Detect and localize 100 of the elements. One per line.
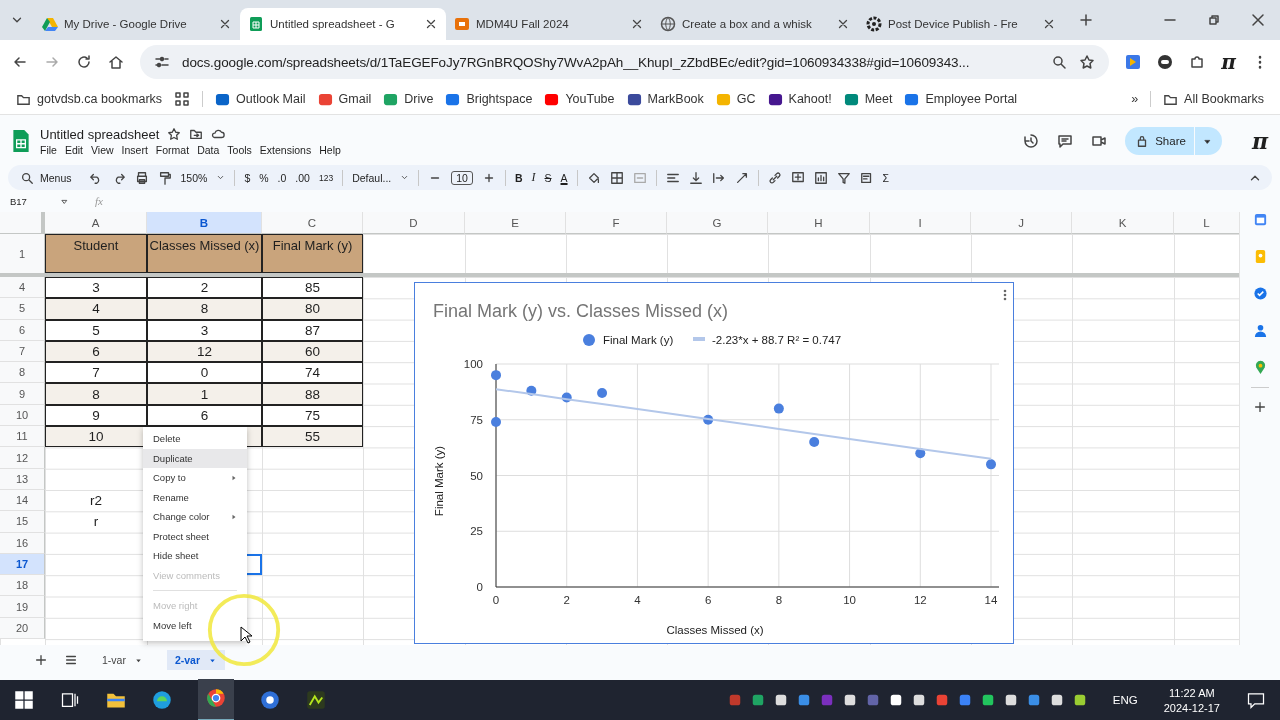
functions-button[interactable]: Σ [882, 171, 890, 184]
menu-item[interactable]: Extensions [259, 143, 312, 156]
browser-tab[interactable]: MDM4U Fall 2024 [446, 8, 652, 40]
strikethrough-button[interactable]: S [544, 171, 552, 184]
row-header[interactable]: 11 [0, 426, 45, 448]
column-header[interactable]: H [768, 212, 870, 234]
menu-item[interactable]: Duplicate [143, 448, 247, 468]
menu-item[interactable]: Change color [143, 507, 247, 527]
axis-tick-label: 10 [843, 594, 856, 606]
menu-item[interactable]: File [40, 143, 57, 156]
bookmark[interactable]: Employee Portal [904, 91, 1018, 107]
percent-button[interactable]: % [259, 171, 269, 184]
column-header[interactable]: K [1072, 212, 1174, 234]
column-header[interactable]: L [1174, 212, 1240, 234]
browser-tab[interactable]: Create a box and a whisk [652, 8, 858, 40]
row-header[interactable]: 20 [0, 617, 45, 640]
column-header[interactable]: G [667, 212, 768, 234]
menu-item[interactable]: Rename [143, 487, 247, 507]
browser-tab[interactable]: My Drive - Google Drive [34, 8, 240, 40]
more-bookmarks-button[interactable]: » [1131, 92, 1139, 106]
increase-decimals-button[interactable]: .00 [295, 171, 310, 184]
bold-button[interactable]: B [514, 171, 523, 184]
bookmark[interactable]: Meet [843, 91, 893, 107]
column-header[interactable]: B [147, 212, 262, 234]
bookmark[interactable]: Outlook Mail [215, 91, 306, 107]
row-header[interactable]: 8 [0, 362, 45, 384]
menu-item[interactable]: Edit [64, 143, 83, 156]
browser-tab[interactable]: Untitled spreadsheet - G [240, 8, 446, 40]
bookmark[interactable]: Gmail [317, 91, 372, 107]
formula-label: fx [95, 195, 103, 207]
table-cell: 1 [147, 383, 262, 405]
bookmark[interactable]: Kahoot! [767, 91, 832, 107]
address-field[interactable]: docs.google.com/spreadsheets/d/1TaEGEFoJy7RGnBRQOShy7WvA2pAh__KhupI_zZbdBEc/edit?gid=1060934338#gid=10609343... [140, 45, 1110, 79]
menu-item[interactable]: Hide sheet [143, 546, 247, 566]
column-header[interactable]: A [45, 212, 147, 234]
row-header[interactable]: 4 [0, 277, 45, 299]
row-header[interactable]: 17 [0, 553, 45, 576]
sheet-tab[interactable]: 2-var [166, 650, 226, 670]
text-color-button[interactable]: A [560, 171, 568, 184]
font-dropdown[interactable]: Defaul... [352, 171, 392, 184]
row-header[interactable]: 1 [0, 234, 45, 274]
column-header[interactable]: F [566, 212, 667, 234]
menus-search[interactable]: Menus [18, 170, 80, 185]
row-header[interactable]: 19 [0, 596, 45, 618]
menu-item[interactable]: Protect sheet [143, 526, 247, 546]
language-indicator[interactable]: ENG [1112, 694, 1138, 706]
all-bookmarks-button[interactable]: All Bookmarks [1163, 91, 1264, 107]
menu-item[interactable]: Insert [121, 143, 148, 156]
menu-item[interactable]: Data [197, 143, 220, 156]
menu-item[interactable]: Tools [227, 143, 252, 156]
axis-tick-label: 8 [775, 594, 783, 606]
share-button[interactable]: Share [1125, 127, 1222, 155]
name-box[interactable]: B17 [10, 195, 50, 207]
table-cell: 55 [262, 426, 363, 448]
column-header[interactable]: D [363, 212, 465, 234]
bookmark[interactable]: MarkBook [626, 91, 704, 107]
column-header[interactable]: C [262, 212, 363, 234]
table-cell: 7 [45, 362, 147, 384]
italic-button[interactable]: I [531, 170, 536, 185]
decrease-decimals-button[interactable]: .0 [277, 171, 287, 184]
legend-label: Final Mark (y) [603, 334, 674, 346]
axis-tick-label: 12 [913, 594, 927, 606]
table-cell: 2 [147, 277, 262, 299]
row-header[interactable]: 12 [0, 447, 45, 469]
row-header[interactable]: 5 [0, 298, 45, 320]
browser-tab[interactable]: Post Device Publish - Fre [858, 8, 1064, 40]
table-cell: 9 [45, 404, 147, 427]
axis-tick-label: 50 [470, 469, 483, 482]
bookmark[interactable]: Brightspace [445, 91, 533, 107]
row-header[interactable]: 7 [0, 340, 45, 363]
number-format-button[interactable]: 123 [318, 172, 334, 183]
bookmark[interactable]: GC [715, 91, 756, 107]
row-header[interactable]: 16 [0, 532, 45, 554]
column-header[interactable]: J [971, 212, 1072, 234]
bookmark[interactable]: YouTube [544, 91, 615, 107]
row-header[interactable]: 15 [0, 511, 45, 533]
bookmark[interactable]: gotvdsb.ca bookmarks [16, 91, 163, 107]
font-size-field[interactable]: 10 [451, 170, 473, 185]
bookmark[interactable]: Drive [383, 91, 434, 107]
row-header[interactable]: 13 [0, 468, 45, 490]
document-title[interactable]: Untitled spreadsheet [40, 126, 160, 142]
table-cell: 5 [45, 319, 147, 341]
row-header[interactable]: 14 [0, 489, 45, 512]
sheet-tab[interactable]: 1-var [94, 650, 151, 670]
extension-logo[interactable]: π [1251, 130, 1268, 152]
chart-card[interactable]: Final Mark (y) vs. Classes Missed (x) Final Mark (y) -2.23*x + 88.7 R² = 0.747 0 25 50 75 100 0 2 4 6 8 10 12 14 Classes Missed (x) Final Mark (y) [414, 282, 1014, 644]
column-header[interactable]: I [870, 212, 971, 234]
row-header[interactable]: 18 [0, 575, 45, 597]
row-header[interactable]: 6 [0, 319, 45, 341]
menu-item[interactable]: Format [155, 143, 190, 156]
row-header[interactable]: 10 [0, 404, 45, 427]
menu-item[interactable]: Help [319, 143, 341, 156]
extension-logo[interactable]: π [1221, 52, 1236, 72]
menu-item[interactable]: View [91, 143, 114, 156]
zoom-dropdown[interactable]: 150% [180, 171, 208, 184]
currency-button[interactable]: $ [244, 171, 251, 184]
column-header[interactable]: E [465, 212, 566, 234]
menu-item[interactable]: Copy to [143, 468, 247, 488]
row-header[interactable]: 9 [0, 383, 45, 405]
clock[interactable]: 11:22 AM 2024-12-17 [1163, 686, 1220, 714]
